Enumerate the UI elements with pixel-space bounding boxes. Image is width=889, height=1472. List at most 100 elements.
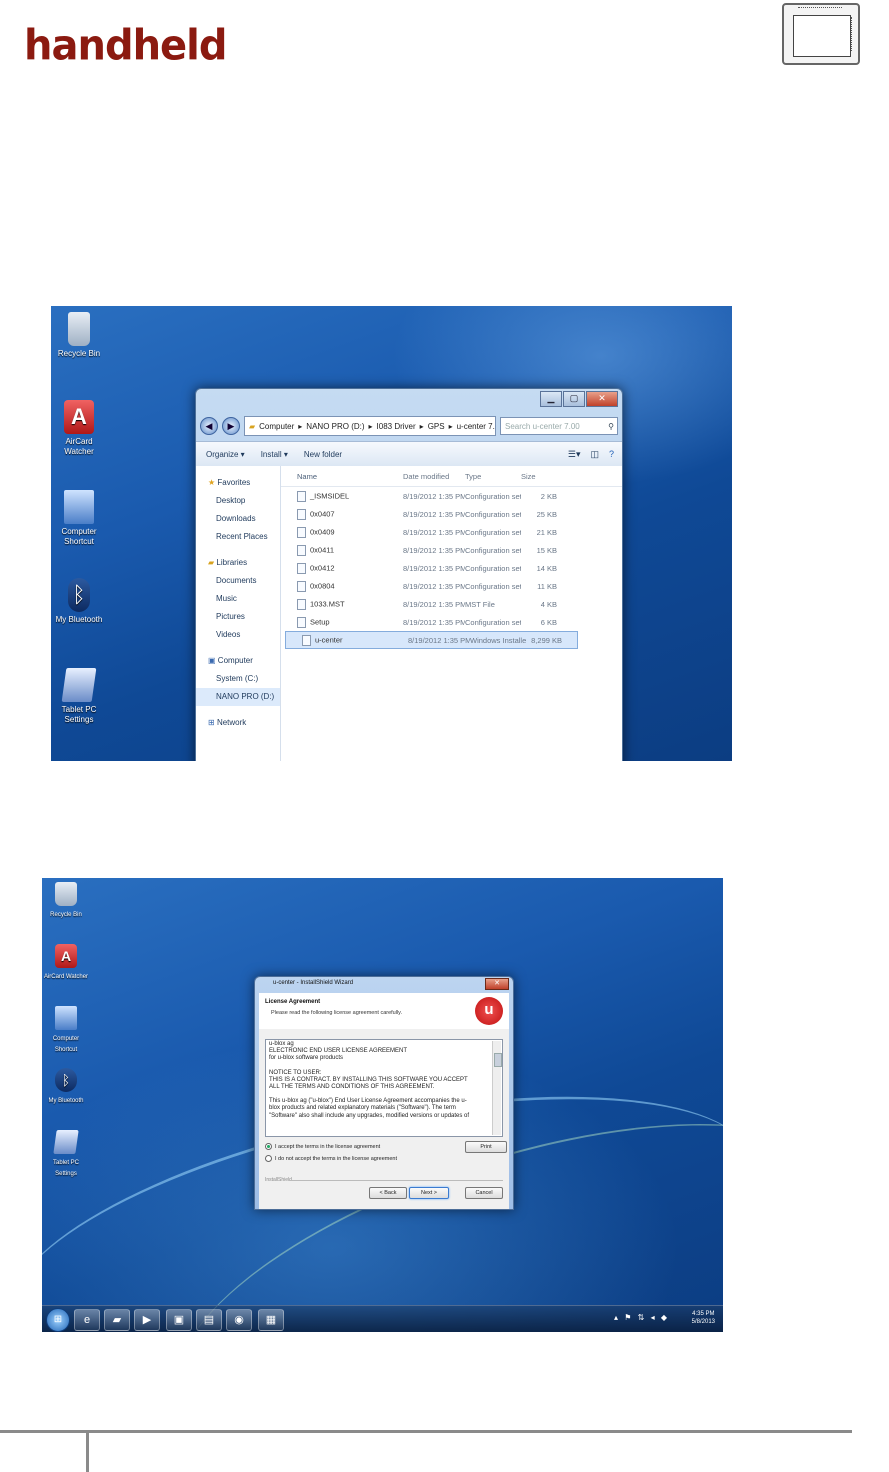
maximize-button[interactable]: ▢ (563, 391, 585, 407)
nav-videos[interactable]: Videos (196, 626, 280, 644)
breadcrumb-computer[interactable]: Computer (259, 422, 294, 431)
media-player-icon[interactable]: ▶ (134, 1309, 160, 1331)
file-size: 15 KB (536, 545, 557, 555)
desktop-icon-recycle-bin[interactable]: Recycle Bin (42, 882, 90, 920)
clock[interactable]: 4:35 PM 5/8/2013 (692, 1310, 715, 1326)
installshield-label: InstallShield (265, 1177, 292, 1183)
app-icon-3[interactable]: ◉ (226, 1309, 252, 1331)
desktop-icon-tablet-settings[interactable]: Tablet PC Settings (42, 1130, 90, 1179)
search-icon: ⚲ (608, 421, 614, 431)
file-row[interactable]: 0x0804 8/19/2012 1:35 PM Configuration set… (281, 577, 622, 595)
back-arrow-icon[interactable]: ◀ (200, 417, 218, 435)
license-line: for u-blox software products (269, 1055, 344, 1062)
license-line: ALL THE TERMS AND CONDITIONS OF THIS AGR… (269, 1084, 435, 1091)
search-input[interactable]: Search u-center 7.00 ⚲ (500, 417, 618, 435)
dialog-heading: License Agreement (265, 999, 321, 1005)
back-button[interactable]: < Back (369, 1187, 407, 1199)
dialog-close-button[interactable]: ✕ (485, 978, 509, 990)
decline-radio[interactable]: I do not accept the terms in the license… (265, 1155, 397, 1162)
screenshot-explorer: Recycle Bin A AirCard Watcher Computer S… (51, 306, 732, 761)
license-line: u-blox ag (269, 1041, 294, 1047)
recycle-bin-icon (68, 312, 90, 346)
file-row[interactable]: 0x0411 8/19/2012 1:35 PM Configuration set… (281, 541, 622, 559)
file-row[interactable]: Setup 8/19/2012 1:35 PMConfiguration sett… (281, 613, 622, 631)
file-type: Configuration sett... (465, 509, 521, 519)
address-bar[interactable]: ▰ Computer ▸ NANO PRO (D:) ▸ I083 Driver ▸ … (244, 416, 496, 436)
file-row[interactable]: u-center 8/19/2012 1:35 PM Windows Install… (285, 631, 578, 649)
file-row[interactable]: _ISMSIDEL 8/19/2012 1:35 PM Configuration … (281, 487, 622, 505)
nav-system-c[interactable]: System (C:) (196, 670, 280, 688)
file-type: Configuration sett... (465, 563, 521, 573)
breadcrumb-ucenter[interactable]: u-center 7.00 (457, 422, 495, 431)
desktop-icon-computer[interactable]: Computer Shortcut (55, 490, 103, 547)
start-button[interactable]: ⊞ (46, 1308, 70, 1332)
view-icon[interactable]: ☰▾ (568, 449, 581, 460)
close-button[interactable]: ✕ (586, 391, 618, 407)
desktop-icon-bluetooth[interactable]: ᛒ My Bluetooth (55, 578, 103, 625)
file-type: MST File (465, 599, 495, 609)
preview-pane-icon[interactable]: ◫ (590, 449, 599, 460)
nav-computer[interactable]: ▣ Computer (196, 652, 280, 670)
help-icon[interactable]: ? (609, 449, 614, 460)
install-button[interactable]: Install ▾ (261, 450, 288, 459)
accept-radio[interactable]: I accept the terms in the license agreem… (265, 1143, 380, 1150)
file-row[interactable]: 0x0407 8/19/2012 1:35 PM Configuration set… (281, 505, 622, 523)
internet-explorer-icon[interactable]: e (74, 1309, 100, 1331)
system-tray[interactable]: ▴ ⚑ ⇅ ◂ ◆ (614, 1313, 669, 1322)
new-folder-button[interactable]: New folder (304, 450, 342, 459)
column-size[interactable]: Size (521, 472, 557, 481)
aircard-watcher-icon: A (55, 944, 77, 968)
nav-recent-places[interactable]: Recent Places (196, 528, 280, 546)
breadcrumb-gps[interactable]: GPS (428, 422, 445, 431)
column-type[interactable]: Type (465, 472, 521, 481)
file-row[interactable]: 0x0409 8/19/2012 1:35 PM Configuration set… (281, 523, 622, 541)
license-text-box[interactable]: u-blox ag ELECTRONIC END USER LICENSE AGR… (265, 1039, 503, 1137)
file-date: 8/19/2012 1:35 PM (403, 617, 465, 627)
breadcrumb-drive[interactable]: NANO PRO (D:) (306, 422, 364, 431)
nav-documents[interactable]: Documents (196, 572, 280, 590)
nav-music[interactable]: Music (196, 590, 280, 608)
breadcrumb-driver[interactable]: I083 Driver (377, 422, 416, 431)
file-row[interactable]: 1033.MST 8/19/2012 1:35 PM MST File 4 KB (281, 595, 622, 613)
nav-nano-pro-d[interactable]: NANO PRO (D:) (196, 688, 280, 706)
license-line: THIS IS A CONTRACT. BY INSTALLING THIS S… (269, 1076, 468, 1083)
file-size: 8,299 KB (531, 635, 562, 645)
file-type: Configuration sett... (465, 545, 521, 555)
desktop-icon-computer[interactable]: Computer Shortcut (42, 1006, 90, 1055)
app-icon-2[interactable]: ▤ (196, 1309, 222, 1331)
footer-divider (86, 1433, 89, 1472)
file-row[interactable]: 0x0412 8/19/2012 1:35 PM Configuration set… (281, 559, 622, 577)
app-icon-1[interactable]: ▣ (166, 1309, 192, 1331)
file-icon (297, 580, 306, 592)
file-icon (297, 616, 306, 628)
print-button[interactable]: Print (465, 1141, 507, 1153)
explorer-icon[interactable]: ▰ (104, 1309, 130, 1331)
forward-arrow-icon[interactable]: ▶ (222, 417, 240, 435)
nav-libraries[interactable]: ▰ Libraries (196, 554, 280, 572)
organize-button[interactable]: Organize ▾ (206, 450, 245, 459)
installer-icon[interactable]: ▦ (258, 1309, 284, 1331)
file-date: 8/19/2012 1:35 PM (403, 509, 465, 519)
file-size: 21 KB (536, 527, 557, 537)
desktop-icon-recycle-bin[interactable]: Recycle Bin (55, 312, 103, 359)
license-scrollbar[interactable] (492, 1041, 502, 1135)
column-date[interactable]: Date modified (403, 472, 465, 481)
desktop-icon-aircard[interactable]: A AirCard Watcher (42, 944, 90, 982)
nav-network[interactable]: ⊞ Network (196, 714, 280, 732)
minimize-button[interactable]: ▁ (540, 391, 562, 407)
desktop-icon-aircard[interactable]: A AirCard Watcher (55, 400, 103, 457)
aircard-watcher-icon: A (64, 400, 94, 434)
nav-favorites[interactable]: ★ Favorites (196, 474, 280, 492)
nav-pictures[interactable]: Pictures (196, 608, 280, 626)
next-button[interactable]: Next > (409, 1187, 449, 1199)
desktop-icon-bluetooth[interactable]: ᛒ My Bluetooth (42, 1068, 90, 1106)
nav-desktop[interactable]: Desktop (196, 492, 280, 510)
nav-downloads[interactable]: Downloads (196, 510, 280, 528)
file-icon (297, 508, 306, 520)
file-type: Configuration sett... (465, 581, 521, 591)
license-line: "Software" also shall include any upgrad… (269, 1112, 470, 1119)
column-name[interactable]: Name (281, 472, 403, 481)
desktop-icon-tablet-settings[interactable]: Tablet PC Settings (55, 668, 103, 725)
star-icon: ★ (208, 478, 216, 487)
cancel-button[interactable]: Cancel (465, 1187, 503, 1199)
